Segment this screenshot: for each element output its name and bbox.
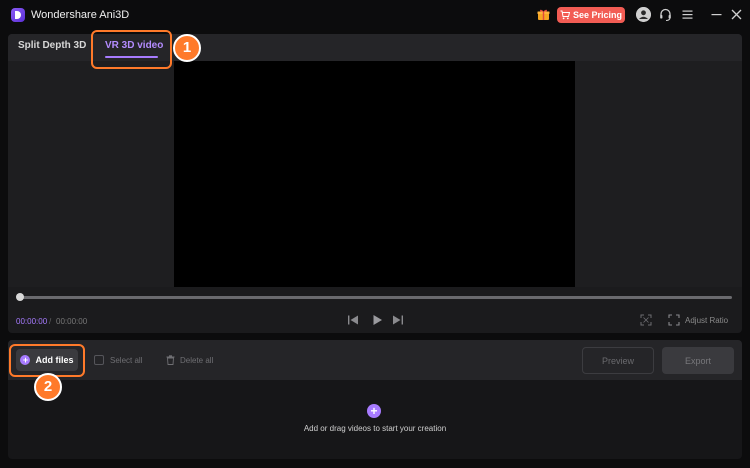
see-pricing-label: See Pricing bbox=[572, 10, 623, 20]
tab-split-depth-3d[interactable]: Split Depth 3D bbox=[18, 34, 86, 61]
adjust-ratio-button[interactable]: Adjust Ratio bbox=[685, 316, 728, 325]
video-area bbox=[8, 61, 742, 287]
avatar-icon[interactable] bbox=[636, 7, 651, 22]
video-canvas bbox=[174, 61, 575, 287]
callout-highlight-vr-tab bbox=[91, 30, 172, 69]
select-all-label: Select all bbox=[110, 355, 143, 365]
headset-icon[interactable] bbox=[658, 7, 673, 22]
callout-badge-1: 1 bbox=[173, 34, 201, 62]
total-time: 00:00:00 bbox=[56, 317, 88, 326]
app-title: Wondershare Ani3D bbox=[31, 9, 130, 21]
time-separator: / bbox=[49, 317, 52, 326]
select-all-checkbox[interactable] bbox=[94, 355, 104, 365]
seek-bar[interactable] bbox=[20, 296, 732, 299]
app-logo-icon bbox=[11, 8, 25, 22]
cart-icon bbox=[560, 10, 570, 20]
trash-icon bbox=[166, 355, 175, 365]
delete-all-button[interactable]: Delete all bbox=[166, 355, 213, 365]
file-toolbar: + Add files Select all Delete all Previe… bbox=[8, 340, 742, 380]
preview-panel: Split Depth 3D VR 3D video 00:00:00 / 00… bbox=[8, 34, 742, 333]
skip-next-icon[interactable] bbox=[391, 313, 405, 327]
minimize-icon[interactable] bbox=[709, 7, 724, 22]
close-icon[interactable] bbox=[729, 7, 744, 22]
export-button[interactable]: Export bbox=[662, 347, 734, 374]
drop-zone[interactable]: + Add or drag videos to start your creat… bbox=[8, 380, 742, 459]
add-video-plus-icon[interactable]: + bbox=[367, 404, 381, 418]
play-icon[interactable] bbox=[370, 313, 384, 327]
select-all-control[interactable]: Select all bbox=[94, 355, 142, 365]
file-panel: + Add files Select all Delete all Previe… bbox=[8, 340, 742, 459]
title-bar: Wondershare Ani3D See Pricing bbox=[0, 0, 750, 30]
gift-icon[interactable] bbox=[537, 8, 550, 21]
adjust-ratio-icon[interactable] bbox=[668, 314, 680, 326]
see-pricing-button[interactable]: See Pricing bbox=[557, 7, 625, 23]
current-time: 00:00:00 bbox=[16, 317, 48, 326]
preview-button[interactable]: Preview bbox=[582, 347, 654, 374]
seek-handle[interactable] bbox=[16, 293, 24, 301]
drop-zone-hint: Add or drag videos to start your creatio… bbox=[303, 424, 447, 433]
delete-all-label: Delete all bbox=[180, 355, 214, 365]
hamburger-menu-icon[interactable] bbox=[680, 7, 695, 22]
skip-previous-icon[interactable] bbox=[346, 313, 360, 327]
callout-badge-2: 2 bbox=[34, 373, 62, 401]
fullscreen-icon[interactable] bbox=[640, 314, 652, 326]
